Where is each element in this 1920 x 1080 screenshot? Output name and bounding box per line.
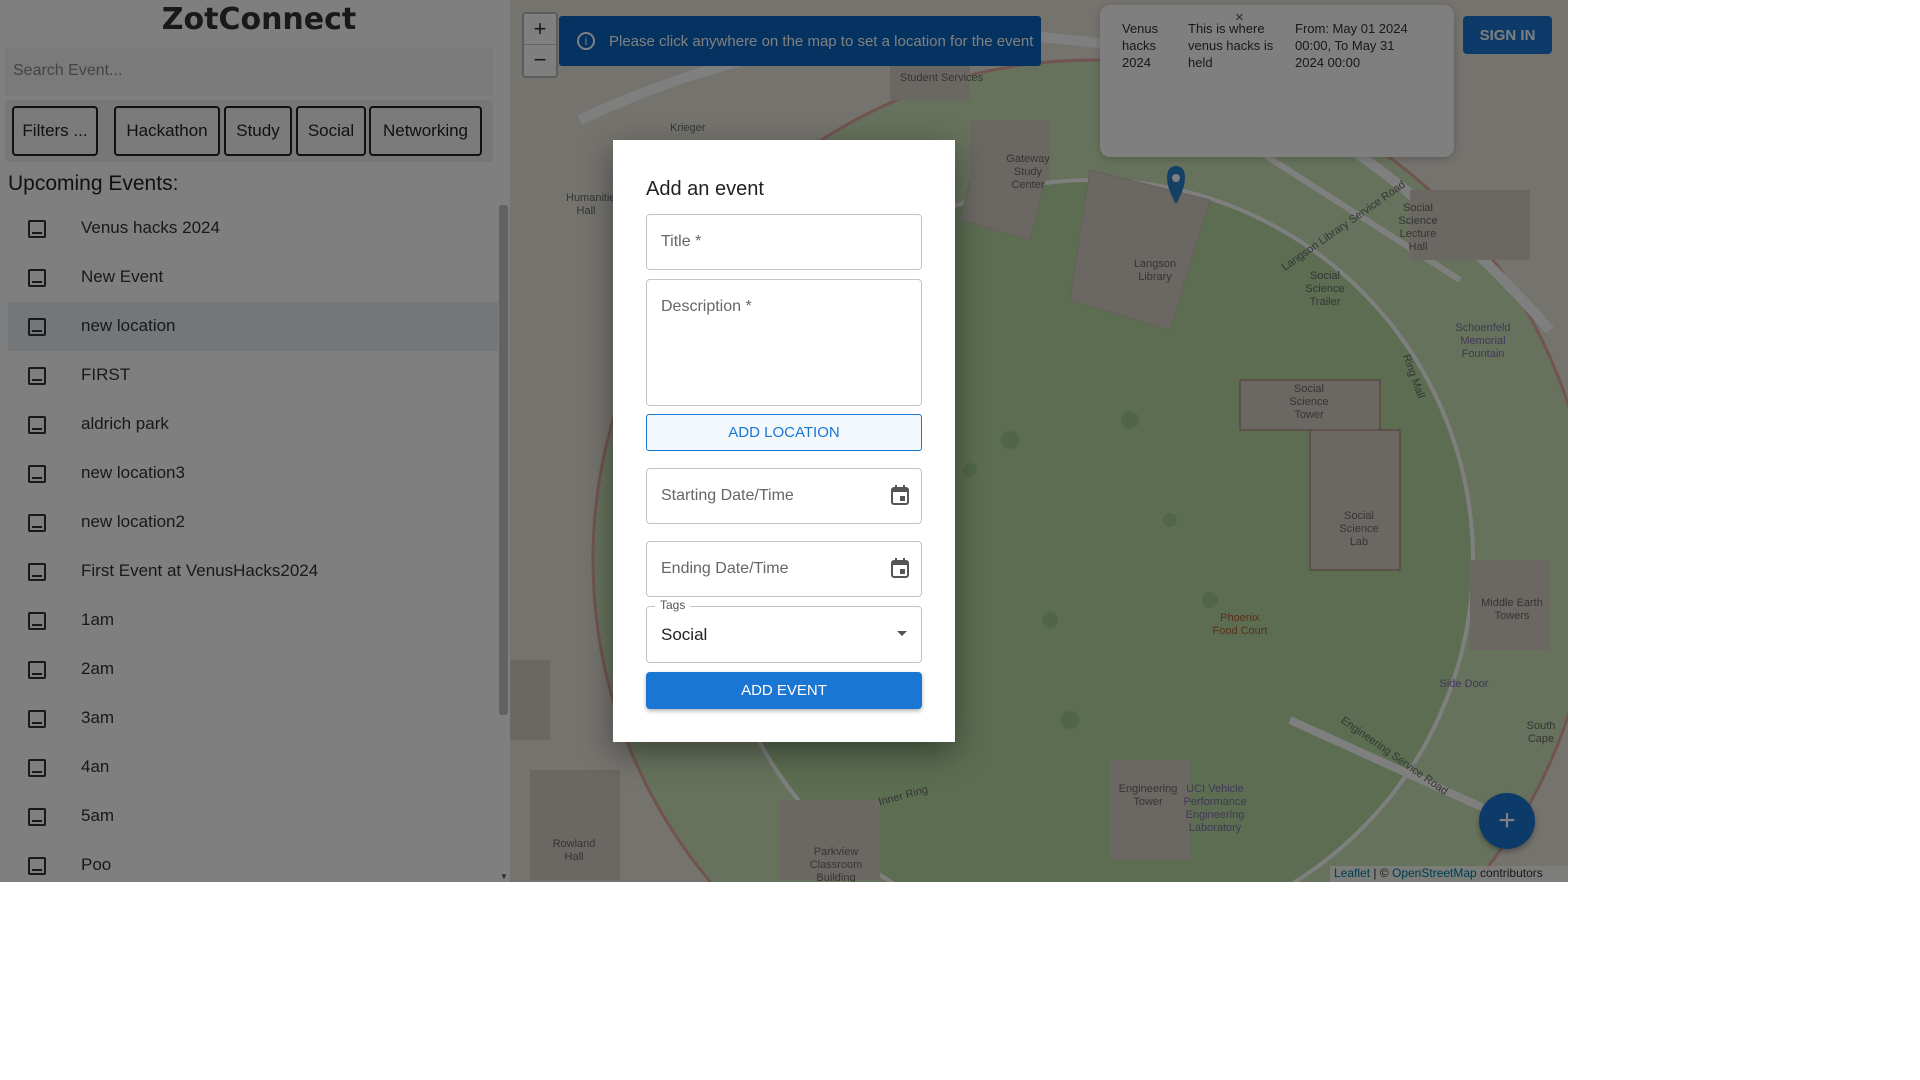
dialog-title: Add an event [646, 178, 764, 200]
calendar-icon[interactable] [891, 485, 909, 505]
title-placeholder: Title * [661, 233, 702, 250]
end-datetime-placeholder: Ending Date/Time [661, 560, 789, 577]
start-datetime-placeholder: Starting Date/Time [661, 487, 794, 504]
description-input[interactable]: Description * [646, 279, 922, 406]
calendar-icon[interactable] [891, 558, 909, 578]
dropdown-caret-icon [897, 631, 907, 636]
title-input[interactable]: Title * [646, 214, 922, 270]
add-event-dialog: Add an event Title * Description * ADD L… [613, 140, 955, 742]
start-datetime-input[interactable]: Starting Date/Time [646, 468, 922, 524]
add-event-button[interactable]: ADD EVENT [646, 672, 922, 709]
description-placeholder: Description * [661, 298, 752, 315]
tags-selected-value: Social [661, 625, 708, 644]
tags-label: Tags [655, 598, 691, 612]
add-location-button[interactable]: ADD LOCATION [646, 414, 922, 451]
end-datetime-input[interactable]: Ending Date/Time [646, 541, 922, 597]
tags-select[interactable]: Social [646, 606, 922, 663]
